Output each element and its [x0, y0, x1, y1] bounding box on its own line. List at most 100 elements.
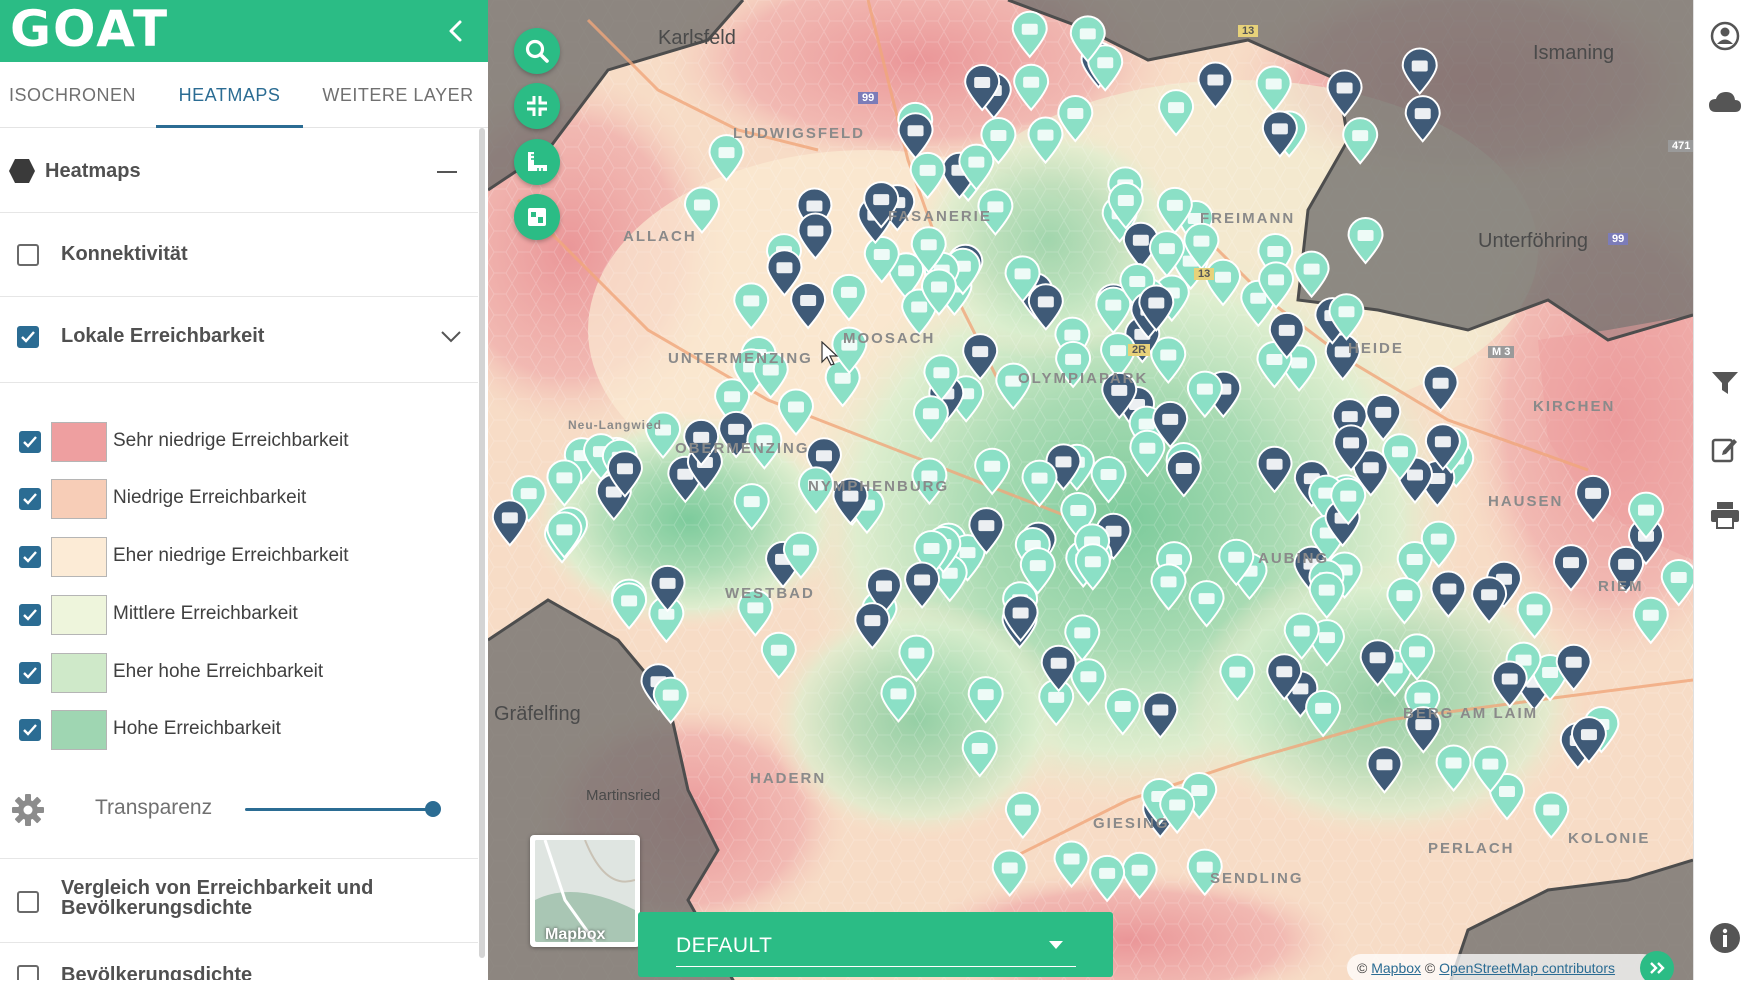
info-button[interactable] — [1707, 920, 1743, 956]
heatmaps-section-header[interactable]: Heatmaps — [0, 142, 478, 202]
legend-row-eher-niedrig: Eher niedrige Erreichbarkeit — [0, 533, 478, 581]
heatmaps-section-title: Heatmaps — [45, 160, 141, 182]
lokale-erreichbarkeit-checkbox[interactable] — [17, 326, 39, 348]
layer-lokale-erreichbarkeit: Lokale Erreichbarkeit — [0, 306, 478, 366]
cloud-button[interactable] — [1707, 84, 1743, 120]
checkmark-icon — [23, 609, 37, 621]
fullscreen-icon — [527, 96, 547, 116]
map-label: AUBING — [1258, 550, 1330, 567]
print-button[interactable] — [1707, 497, 1743, 533]
search-icon — [525, 39, 549, 63]
legend-row-sehr-niedrig: Sehr niedrige Erreichbarkeit — [0, 418, 478, 466]
legend-label: Niedrige Erreichbarkeit — [113, 487, 307, 508]
edit-button[interactable] — [1707, 431, 1743, 467]
map-label: LUDWIGSFELD — [733, 125, 865, 142]
selector-underline — [676, 966, 1076, 967]
map-label: KOLONIE — [1568, 830, 1651, 847]
cloud-icon — [1709, 92, 1741, 112]
map-label: PERLACH — [1428, 840, 1515, 857]
attribution-copyright: © — [1357, 960, 1368, 976]
road-badge: 471 — [1668, 140, 1693, 152]
double-chevron-right-icon — [1650, 962, 1665, 974]
map-label: HAUSEN — [1488, 493, 1564, 510]
transparency-slider-track[interactable] — [245, 808, 435, 811]
town-label: Ismaning — [1533, 42, 1615, 64]
legend-row-hoch: Hohe Erreichbarkeit — [0, 706, 478, 754]
konnektivitaet-checkbox[interactable] — [17, 244, 39, 266]
map-style-selector[interactable]: DEFAULT — [638, 912, 1113, 977]
mittlere-checkbox[interactable] — [19, 604, 41, 626]
map-style-value: DEFAULT — [676, 934, 773, 957]
basemap-label: Mapbox — [545, 926, 606, 942]
road-badge: 13 — [1238, 25, 1259, 37]
chevron-down-icon — [1049, 941, 1063, 949]
eher-hoch-checkbox[interactable] — [19, 662, 41, 684]
mapbox-link[interactable]: Mapbox — [1371, 960, 1421, 976]
divider — [0, 296, 478, 297]
map-search-button[interactable] — [514, 28, 560, 74]
collapse-sidebar-button[interactable] — [436, 11, 476, 51]
legend-swatch — [51, 479, 107, 519]
user-button[interactable] — [1707, 18, 1743, 54]
road-badge: 99 — [858, 92, 879, 104]
transparency-slider-thumb[interactable] — [425, 801, 441, 817]
print-icon — [1711, 502, 1739, 529]
legend-swatch — [51, 595, 107, 635]
legend-label: Hohe Erreichbarkeit — [113, 718, 281, 739]
legend-label: Sehr niedrige Erreichbarkeit — [113, 430, 349, 451]
gear-icon[interactable] — [11, 793, 45, 827]
sehr-niedrig-checkbox[interactable] — [19, 431, 41, 453]
checkmark-icon — [23, 667, 37, 679]
map-label: BERG AM LAIM — [1403, 705, 1539, 722]
map-label: HADERN — [750, 770, 827, 787]
legend-row-eher-hoch: Eher hohe Erreichbarkeit — [0, 649, 478, 697]
legend-row-mittlere: Mittlere Erreichbarkeit — [0, 591, 478, 639]
legend-row-niedrig: Niedrige Erreichbarkeit — [0, 475, 478, 523]
tab-isochronen[interactable]: ISOCHRONEN — [0, 62, 145, 128]
sidebar: GOAT ISOCHRONEN HEATMAPS WEITERE LAYER H… — [0, 0, 488, 989]
checkmark-icon — [21, 331, 35, 343]
osm-link[interactable]: OpenStreetMap contributors — [1439, 960, 1615, 976]
town-label: Unterföhring — [1478, 230, 1589, 252]
town-label: Neu-Langwied — [568, 418, 663, 432]
map-canvas[interactable]: LUDWIGSFELD FASANERIE ALLACH UNTERMENZIN… — [488, 0, 1693, 989]
heatmaps-panel: Heatmaps Konnektivität Lokale Erreichbar… — [0, 128, 488, 989]
filter-button[interactable] — [1707, 365, 1743, 401]
basemap-preview: Mapbox — [535, 840, 635, 942]
map-label: WESTBAD — [725, 585, 815, 602]
divider — [0, 942, 478, 943]
town-label: Martinsried — [586, 787, 661, 804]
sidebar-scrollbar[interactable] — [479, 128, 485, 958]
minus-icon[interactable] — [437, 171, 457, 175]
road-badge: 13 — [1194, 268, 1215, 280]
vergleich-label-line1: Vergleich von Erreichbarkeit und — [61, 877, 374, 899]
tab-heatmaps[interactable]: HEATMAPS — [156, 62, 303, 128]
map-layers-button[interactable] — [514, 194, 560, 240]
map-label: KIRCHEN — [1533, 398, 1616, 415]
legend-swatch — [51, 422, 107, 462]
tab-weitere-layer[interactable]: WEITERE LAYER — [318, 62, 478, 128]
niedrig-checkbox[interactable] — [19, 488, 41, 510]
map-fullscreen-button[interactable] — [514, 83, 560, 129]
vergleich-checkbox[interactable] — [17, 891, 39, 913]
town-label: Gräfelfing — [494, 703, 581, 725]
checkmark-icon — [23, 724, 37, 736]
divider — [0, 382, 478, 383]
map-label: MOOSACH — [843, 330, 936, 347]
map-label: OLYMPIAPARK — [1018, 370, 1149, 387]
layer-vergleich: Vergleich von Erreichbarkeit und Bevölke… — [0, 866, 478, 936]
map-measure-button[interactable] — [514, 139, 560, 185]
eher-niedrig-checkbox[interactable] — [19, 546, 41, 568]
goat-logo: GOAT — [10, 2, 169, 56]
logo-text: GOAT — [10, 0, 170, 58]
hoch-checkbox[interactable] — [19, 719, 41, 741]
sidebar-tabs: ISOCHRONEN HEATMAPS WEITERE LAYER — [0, 62, 488, 128]
layer-konnektivitaet: Konnektivität — [0, 224, 478, 284]
vergleich-label-line2: Bevölkerungsdichte — [61, 897, 253, 919]
chevron-down-icon[interactable] — [440, 330, 462, 344]
legend-swatch — [51, 653, 107, 693]
map-label: GIESING — [1093, 815, 1170, 832]
map-label: RIEM — [1598, 578, 1644, 595]
basemap-switcher[interactable]: Mapbox — [530, 835, 640, 947]
lokale-erreichbarkeit-label: Lokale Erreichbarkeit — [61, 325, 265, 347]
